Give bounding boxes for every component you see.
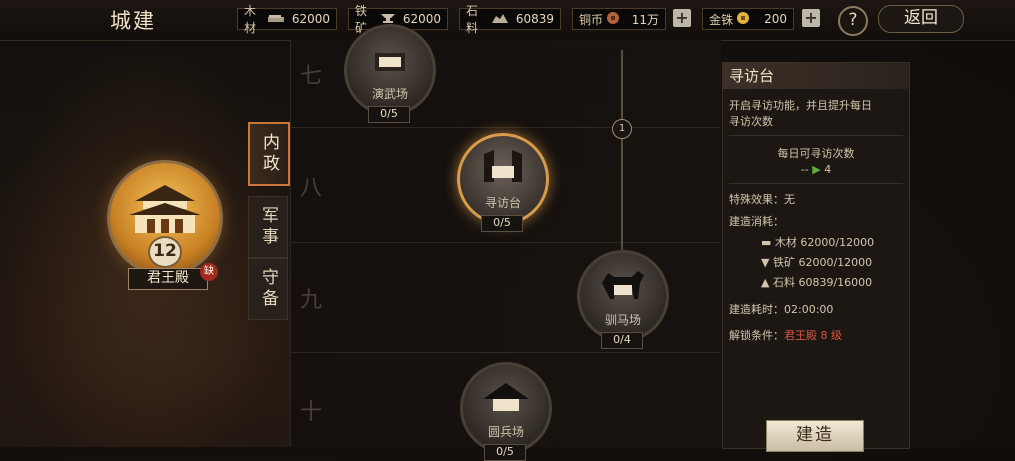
node-barracks[interactable]: 圆兵场 0/5 — [460, 362, 552, 461]
resource-name: 石料 — [466, 4, 479, 35]
node-label: 寻访台 — [484, 196, 521, 210]
cost-value: 62000/12000 — [798, 256, 873, 269]
resource-value: 60839 — [515, 12, 554, 26]
horse-icon — [602, 271, 644, 299]
stat-label: 每日可寻访次数 — [777, 147, 855, 160]
build-time: 建造耗时：02:00:00 — [729, 303, 834, 316]
resource-name: 金铢 — [709, 12, 734, 27]
row-numeral-10: 十 — [300, 400, 323, 425]
gold-coin-icon — [736, 11, 750, 28]
node-count: 0/4 — [601, 332, 643, 349]
cost-name: 铁矿 — [772, 256, 795, 269]
row-numeral-9: 九 — [300, 288, 323, 313]
row-numeral-7: 七 — [300, 64, 323, 89]
visit-tower-icon — [484, 150, 522, 182]
palace-level-badge: 12 — [148, 236, 182, 268]
stat-current: -- — [800, 163, 809, 176]
arrow-up-icon: ▶ — [812, 163, 821, 176]
cost-iron: ▼ 铁矿 62000/12000 — [761, 254, 872, 270]
special-effect: 特殊效果：无 — [729, 193, 795, 206]
training-ground-icon — [375, 53, 405, 71]
stone-icon — [491, 12, 508, 26]
detail-description-line1: 开启寻访功能，并且提升每日 — [729, 99, 872, 112]
tab-defense[interactable]: 守备 — [248, 258, 288, 320]
row-numeral-8: 八 — [300, 176, 323, 201]
node-label: 圆兵场 — [487, 425, 524, 439]
stat-values: -- ▶ 4 — [723, 163, 909, 176]
row-divider — [290, 127, 720, 128]
unlock-condition: 解锁条件：君王殿 8 级 — [729, 327, 842, 343]
palace-icon — [129, 185, 201, 233]
row-divider — [290, 352, 720, 353]
resource-value: 62000 — [291, 12, 330, 26]
palace-name: 君王殿 — [128, 268, 208, 290]
barracks-icon — [483, 383, 529, 411]
node-count: 0/5 — [481, 215, 523, 232]
resource-stone: 石料 60839 — [459, 4, 561, 35]
node-horse-ground[interactable]: 驯马场 0/4 — [577, 250, 669, 349]
wood-icon — [267, 12, 284, 26]
help-button[interactable]: ? — [838, 6, 868, 36]
divider — [729, 183, 903, 184]
unlock-label: 解锁条件： — [729, 329, 784, 342]
row-divider — [290, 242, 720, 243]
resource-name: 木材 — [244, 4, 257, 35]
add-copper-button[interactable]: + — [673, 9, 691, 27]
cost-name: 木材 — [774, 236, 797, 249]
cost-value: 62000/12000 — [800, 236, 875, 249]
cost-wood: ▬ 木材 62000/12000 — [761, 234, 874, 250]
divider — [729, 135, 903, 136]
tab-internal[interactable]: 内政 — [248, 122, 290, 186]
page-title: 城建 — [110, 9, 156, 33]
node-visit-tower[interactable]: 寻访台 0/5 — [457, 133, 549, 232]
anvil-icon: ▼ — [761, 256, 770, 269]
stat-next: 4 — [824, 163, 832, 176]
resource-wood: 木材 62000 — [237, 4, 337, 35]
lack-badge: 缺 — [200, 263, 218, 281]
resource-value: 200 — [764, 12, 787, 26]
tree-connector — [621, 50, 623, 250]
detail-panel: 寻访台 开启寻访功能，并且提升每日 寻访次数 每日可寻访次数 -- ▶ 4 特殊… — [722, 62, 910, 449]
cost-value: 60839/16000 — [798, 276, 873, 289]
node-label: 演武场 — [371, 87, 408, 101]
copper-coin-icon — [606, 11, 620, 28]
resource-value: 62000 — [402, 12, 441, 26]
resource-gold: 金铢 200 — [702, 8, 794, 30]
node-count: 0/5 — [368, 106, 410, 123]
cost-name: 石料 — [772, 276, 795, 289]
wood-icon: ▬ — [761, 236, 772, 249]
cost-label: 建造消耗： — [729, 215, 784, 228]
stone-icon: ▲ — [761, 276, 770, 289]
resource-copper: 铜币 11万 — [572, 8, 666, 30]
tab-military[interactable]: 军事 — [248, 196, 288, 258]
back-button[interactable]: 返回 — [878, 5, 964, 33]
cost-stone: ▲ 石料 60839/16000 — [761, 274, 872, 290]
build-button[interactable]: 建造 — [766, 420, 864, 452]
add-gold-button[interactable]: + — [802, 9, 820, 27]
resource-value: 11万 — [631, 12, 659, 27]
detail-title: 寻访台 — [723, 63, 909, 89]
node-training-ground[interactable]: 演武场 0/5 — [344, 24, 436, 123]
tree-marker: 1 — [612, 119, 632, 139]
unlock-value: 君王殿 8 级 — [784, 329, 842, 342]
detail-description-line2: 寻访次数 — [729, 115, 773, 128]
resource-name: 铜币 — [579, 12, 604, 27]
node-label: 驯马场 — [604, 313, 641, 327]
